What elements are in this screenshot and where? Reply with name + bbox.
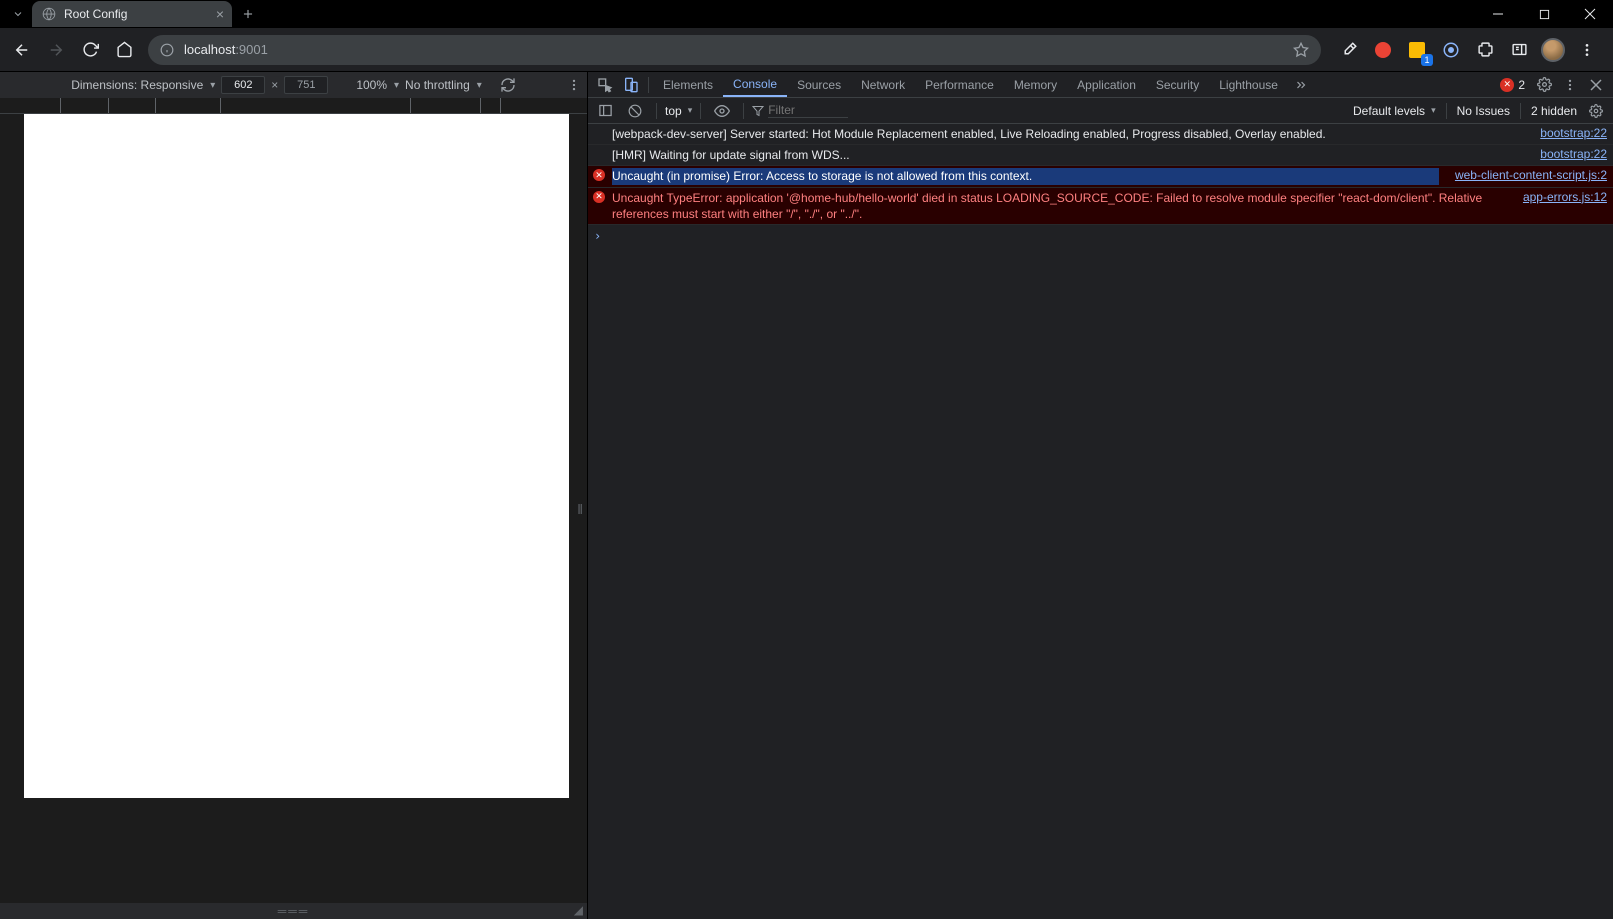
message-text: [HMR] Waiting for update signal from WDS… <box>612 147 1524 163</box>
devtools-tab-elements[interactable]: Elements <box>653 72 723 97</box>
height-input[interactable] <box>284 76 328 94</box>
window-titlebar: Root Config × <box>0 0 1613 28</box>
url-text: localhost:9001 <box>184 42 1283 57</box>
extension-circle-icon[interactable] <box>1437 36 1465 64</box>
side-panel-button[interactable] <box>1505 36 1533 64</box>
rotate-button[interactable] <box>500 77 516 93</box>
home-button[interactable] <box>108 34 140 66</box>
globe-icon <box>42 7 56 21</box>
filter-input[interactable] <box>768 103 848 118</box>
error-icon: ✕ <box>593 191 605 203</box>
error-icon: ✕ <box>593 169 605 181</box>
console-log-area[interactable]: [webpack-dev-server] Server started: Hot… <box>588 124 1613 919</box>
tab-close-button[interactable]: × <box>216 6 224 22</box>
console-message[interactable]: [webpack-dev-server] Server started: Hot… <box>588 124 1613 145</box>
devtools-tab-application[interactable]: Application <box>1067 72 1146 97</box>
devtools-tab-network[interactable]: Network <box>851 72 915 97</box>
devtools-tab-security[interactable]: Security <box>1146 72 1209 97</box>
device-more-button[interactable] <box>567 78 581 92</box>
resize-handle-vertical[interactable]: ‖ <box>577 501 581 517</box>
tab-search-button[interactable] <box>8 4 28 24</box>
rendered-page-area: ‖ <box>0 114 587 903</box>
extension-badge: 1 <box>1421 54 1433 66</box>
address-bar[interactable]: localhost:9001 <box>148 35 1321 65</box>
console-message[interactable]: [HMR] Waiting for update signal from WDS… <box>588 145 1613 166</box>
devtools-tab-sources[interactable]: Sources <box>787 72 851 97</box>
message-text: Uncaught (in promise) Error: Access to s… <box>612 168 1439 184</box>
throttling-dropdown[interactable]: No throttling <box>405 78 482 92</box>
message-source-link[interactable]: bootstrap:22 <box>1530 126 1607 140</box>
site-info-icon[interactable] <box>160 43 174 57</box>
profile-avatar[interactable] <box>1539 36 1567 64</box>
device-mode-panel: Dimensions: Responsive × 100% No throttl… <box>0 72 588 919</box>
chevron-right-icon: › <box>594 229 601 243</box>
devtools-tab-console[interactable]: Console <box>723 72 787 97</box>
window-close-button[interactable] <box>1567 0 1613 28</box>
extensions-button[interactable] <box>1471 36 1499 64</box>
devtools-close-button[interactable] <box>1583 72 1609 98</box>
console-toolbar: top Default levels No Issues 2 hidden <box>588 98 1613 124</box>
ruler-horizontal <box>0 98 587 114</box>
resize-handle-horizontal[interactable]: ═══ ◢ <box>0 903 587 919</box>
clear-console-button[interactable] <box>622 98 648 124</box>
message-source-link[interactable]: app-errors.js:12 <box>1513 190 1607 204</box>
device-toolbar: Dimensions: Responsive × 100% No throttl… <box>0 72 587 98</box>
context-dropdown[interactable]: top <box>665 104 692 118</box>
tab-title: Root Config <box>64 7 127 21</box>
resize-handle-corner[interactable]: ◢ <box>574 903 583 917</box>
browser-menu-button[interactable] <box>1573 36 1601 64</box>
issues-button[interactable]: No Issues <box>1457 104 1510 118</box>
more-tabs-button[interactable] <box>1288 72 1314 98</box>
extension-eyedropper-icon[interactable] <box>1335 36 1363 64</box>
browser-navbar: localhost:9001 1 <box>0 28 1613 72</box>
filter-icon <box>752 105 764 117</box>
devtools-settings-button[interactable] <box>1531 72 1557 98</box>
console-sidebar-toggle[interactable] <box>592 98 618 124</box>
devtools-tab-lighthouse[interactable]: Lighthouse <box>1209 72 1288 97</box>
width-input[interactable] <box>221 76 265 94</box>
log-levels-dropdown[interactable]: Default levels <box>1353 104 1436 118</box>
devtools-panel: ElementsConsoleSourcesNetworkPerformance… <box>588 72 1613 919</box>
devtools-tab-performance[interactable]: Performance <box>915 72 1004 97</box>
bookmark-star-icon[interactable] <box>1293 42 1309 58</box>
inspect-element-button[interactable] <box>592 72 618 98</box>
console-message[interactable]: ✕ Uncaught (in promise) Error: Access to … <box>588 166 1613 187</box>
toggle-device-button[interactable] <box>618 72 644 98</box>
forward-button[interactable] <box>40 34 72 66</box>
dimension-x: × <box>271 78 278 92</box>
window-minimize-button[interactable] <box>1475 0 1521 28</box>
back-button[interactable] <box>6 34 38 66</box>
devtools-tabs: ElementsConsoleSourcesNetworkPerformance… <box>588 72 1613 98</box>
console-settings-button[interactable] <box>1583 98 1609 124</box>
error-count-pill[interactable]: ✕2 <box>1500 78 1525 92</box>
extension-red-icon[interactable] <box>1369 36 1397 64</box>
devtools-tab-memory[interactable]: Memory <box>1004 72 1067 97</box>
message-source-link[interactable]: bootstrap:22 <box>1530 147 1607 161</box>
new-tab-button[interactable] <box>236 2 260 26</box>
zoom-dropdown[interactable]: 100% <box>356 78 399 92</box>
console-prompt[interactable]: › <box>588 225 1613 247</box>
rendered-page[interactable] <box>24 114 569 798</box>
browser-tab[interactable]: Root Config × <box>32 1 232 27</box>
console-message[interactable]: ✕ Uncaught TypeError: application '@home-… <box>588 188 1613 225</box>
live-expression-button[interactable] <box>709 98 735 124</box>
extension-yellow-icon[interactable]: 1 <box>1403 36 1431 64</box>
hidden-count[interactable]: 2 hidden <box>1531 104 1577 118</box>
devtools-menu-button[interactable] <box>1557 72 1583 98</box>
dimensions-dropdown[interactable]: Dimensions: Responsive <box>71 78 215 92</box>
message-text: [webpack-dev-server] Server started: Hot… <box>612 126 1524 142</box>
window-maximize-button[interactable] <box>1521 0 1567 28</box>
message-text: Uncaught TypeError: application '@home-h… <box>612 190 1507 222</box>
message-source-link[interactable]: web-client-content-script.js:2 <box>1445 168 1607 182</box>
reload-button[interactable] <box>74 34 106 66</box>
